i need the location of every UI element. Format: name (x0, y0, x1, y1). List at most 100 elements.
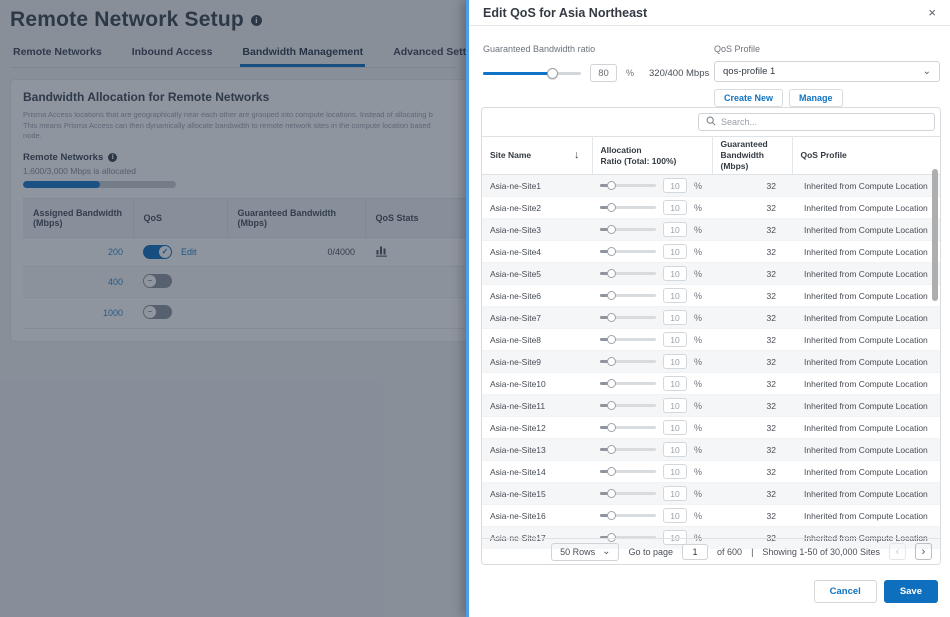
slider-handle[interactable] (607, 247, 616, 256)
slider-handle[interactable] (607, 225, 616, 234)
allocation-input[interactable]: 10 (663, 464, 687, 479)
allocation-slider[interactable] (600, 382, 656, 385)
site-row: Asia-ne-Site13 10 % (482, 439, 940, 461)
site-name: Asia-ne-Site13 (482, 439, 592, 461)
background-page: Remote Network Setup i Remote Networks I… (0, 0, 466, 617)
allocation-input[interactable]: 10 (663, 200, 687, 215)
allocation-input[interactable]: 10 (663, 486, 687, 501)
showing-label: Showing 1-50 of 30,000 Sites (762, 547, 880, 557)
slider-handle[interactable] (607, 401, 616, 410)
site-name: Asia-ne-Site3 (482, 219, 592, 241)
create-new-button[interactable]: Create New (714, 89, 783, 107)
allocation-slider[interactable] (600, 514, 656, 517)
slider-handle[interactable] (607, 181, 616, 190)
slider-handle[interactable] (607, 379, 616, 388)
percent-unit: % (694, 203, 702, 213)
site-row: Asia-ne-Site7 10 % (482, 307, 940, 329)
allocation-input[interactable]: 10 (663, 508, 687, 523)
qos-profile-value: Inherited from Compute Location (792, 483, 940, 505)
allocation-input[interactable]: 10 (663, 222, 687, 237)
cancel-button[interactable]: Cancel (814, 580, 877, 603)
slider-handle[interactable] (607, 269, 616, 278)
slider-handle[interactable] (607, 511, 616, 520)
slider-handle[interactable] (607, 423, 616, 432)
panel-title: Edit QoS for Asia Northeast (483, 6, 647, 20)
next-page-button[interactable]: › (915, 543, 932, 560)
site-row: Asia-ne-Site3 10 % (482, 219, 940, 241)
site-name: Asia-ne-Site15 (482, 483, 592, 505)
close-icon[interactable]: × (928, 6, 936, 19)
slider-handle[interactable] (607, 357, 616, 366)
allocation-input[interactable]: 10 (663, 332, 687, 347)
allocation-input[interactable]: 10 (663, 310, 687, 325)
site-row: Asia-ne-Site16 10 % (482, 505, 940, 527)
percent-unit: % (694, 291, 702, 301)
allocation-slider[interactable] (600, 404, 656, 407)
guaranteed-bandwidth-value: 32 (712, 307, 792, 329)
guaranteed-bandwidth-value: 32 (712, 417, 792, 439)
search-box[interactable] (698, 113, 935, 131)
site-name: Asia-ne-Site2 (482, 197, 592, 219)
slider-handle[interactable] (607, 313, 616, 322)
allocation-input[interactable]: 10 (663, 266, 687, 281)
site-row: Asia-ne-Site12 10 % (482, 417, 940, 439)
allocation-input[interactable]: 10 (663, 288, 687, 303)
qos-profile-select[interactable]: qos-profile 1 ⌄ (714, 61, 940, 82)
allocation-input[interactable]: 10 (663, 398, 687, 413)
qos-profile-value: Inherited from Compute Location (792, 373, 940, 395)
slider-handle[interactable] (607, 467, 616, 476)
allocation-slider[interactable] (600, 470, 656, 473)
site-name: Asia-ne-Site14 (482, 461, 592, 483)
guaranteed-bandwidth-value: 32 (712, 483, 792, 505)
search-input[interactable] (721, 117, 927, 127)
allocation-slider[interactable] (600, 316, 656, 319)
allocation-slider[interactable] (600, 184, 656, 187)
slider-handle[interactable] (607, 445, 616, 454)
slider-handle[interactable] (607, 291, 616, 300)
guaranteed-bandwidth-value: 32 (712, 395, 792, 417)
bandwidth-ratio-control: Guaranteed Bandwidth ratio % 320/400 Mbp… (483, 44, 709, 82)
qos-profile-value: Inherited from Compute Location (792, 439, 940, 461)
allocation-slider[interactable] (600, 492, 656, 495)
allocation-slider[interactable] (600, 228, 656, 231)
guaranteed-bandwidth-value: 32 (712, 373, 792, 395)
slider-handle[interactable] (607, 335, 616, 344)
bandwidth-ratio-input[interactable] (590, 64, 617, 82)
pagination-bar: 50 Rows ⌄ Go to page of 600 | Showing 1-… (482, 538, 940, 564)
bandwidth-ratio-slider[interactable] (483, 72, 581, 75)
site-row: Asia-ne-Site4 10 % (482, 241, 940, 263)
slider-handle[interactable] (607, 203, 616, 212)
allocation-slider[interactable] (600, 426, 656, 429)
allocation-input[interactable]: 10 (663, 354, 687, 369)
rows-per-page-select[interactable]: 50 Rows ⌄ (551, 543, 619, 561)
scrollbar-thumb[interactable] (932, 169, 938, 301)
slider-handle[interactable] (547, 68, 558, 79)
allocation-input[interactable]: 10 (663, 442, 687, 457)
allocation-slider[interactable] (600, 206, 656, 209)
manage-button[interactable]: Manage (789, 89, 843, 107)
page-number-input[interactable] (682, 544, 708, 560)
allocation-slider[interactable] (600, 338, 656, 341)
allocation-slider[interactable] (600, 360, 656, 363)
allocation-slider[interactable] (600, 272, 656, 275)
allocation-input[interactable]: 10 (663, 178, 687, 193)
allocation-input[interactable]: 10 (663, 420, 687, 435)
allocation-slider[interactable] (600, 250, 656, 253)
col-qos-profile: QoS Profile (792, 137, 940, 175)
chevron-down-icon: ⌄ (602, 549, 610, 554)
allocation-slider[interactable] (600, 294, 656, 297)
qos-profile-value: Inherited from Compute Location (792, 175, 940, 197)
qos-profile-value: Inherited from Compute Location (792, 505, 940, 527)
site-row: Asia-ne-Site9 10 % (482, 351, 940, 373)
previous-page-button[interactable]: ‹ (889, 543, 906, 560)
sort-descending-icon[interactable]: ↓ (574, 148, 580, 162)
slider-handle[interactable] (607, 489, 616, 498)
site-name: Asia-ne-Site8 (482, 329, 592, 351)
allocation-input[interactable]: 10 (663, 244, 687, 259)
allocation-slider[interactable] (600, 448, 656, 451)
save-button[interactable]: Save (884, 580, 938, 603)
percent-unit: % (694, 181, 702, 191)
allocation-input[interactable]: 10 (663, 376, 687, 391)
site-name: Asia-ne-Site11 (482, 395, 592, 417)
site-row: Asia-ne-Site15 10 % (482, 483, 940, 505)
